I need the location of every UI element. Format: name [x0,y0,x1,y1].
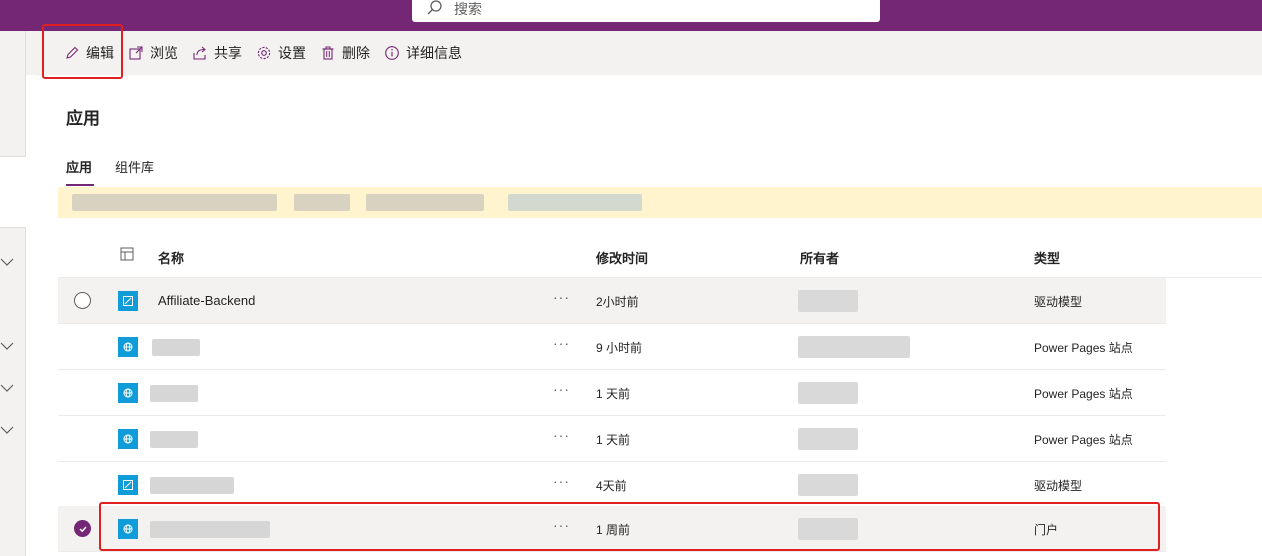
more-options-icon[interactable]: ··· [553,335,570,351]
more-options-icon[interactable]: ··· [553,517,570,533]
trash-icon [322,46,334,60]
owner-redacted [798,474,858,496]
app-name[interactable]: Affiliate-Backend [158,293,255,308]
column-header-name[interactable]: 名称 [158,248,184,267]
share-button[interactable]: 共享 [192,43,242,63]
gear-icon [257,46,271,60]
globe-icon [118,429,138,449]
chevron-down-icon[interactable] [0,339,14,353]
modified-time: 1 天前 [596,387,631,401]
redacted-text [508,194,642,211]
table-row[interactable]: Affiliate-Backend ··· 2小时前 驱动模型 [58,278,1166,324]
info-icon [385,46,399,60]
browse-label: 浏览 [150,45,178,61]
owner-redacted [798,428,858,450]
notice-banner [58,187,1262,218]
modified-time: 1 周前 [596,523,631,537]
model-app-icon [118,291,138,311]
command-bar: 编辑 浏览 共享 设置 删除 详细信息 [26,31,1262,75]
details-label: 详细信息 [406,45,462,61]
details-button[interactable]: 详细信息 [384,43,462,63]
share-icon [193,46,206,60]
column-header-type[interactable]: 类型 [1034,248,1060,267]
owner-redacted [798,290,858,312]
top-bar: 搜索 [0,0,1262,31]
redacted-text [294,194,350,211]
globe-icon [118,519,138,539]
chevron-down-icon[interactable] [0,423,14,437]
settings-button[interactable]: 设置 [256,43,306,63]
table-row[interactable]: ··· 1 周前 门户 [58,506,1166,552]
nav-selected-slot[interactable] [0,156,26,228]
modified-time: 1 天前 [596,433,631,447]
app-name-redacted[interactable] [150,431,198,448]
settings-label: 设置 [278,45,306,61]
table-row[interactable]: ··· 4天前 驱动模型 [58,462,1166,508]
table-row[interactable]: ··· 1 天前 Power Pages 站点 [58,416,1166,462]
more-options-icon[interactable]: ··· [553,473,570,489]
redacted-text [72,194,277,211]
globe-icon [118,337,138,357]
search-box[interactable]: 搜索 [412,0,880,22]
app-name-redacted[interactable] [150,477,234,494]
app-name-redacted[interactable] [152,339,200,356]
delete-label: 删除 [342,45,370,61]
delete-button[interactable]: 删除 [320,43,370,63]
search-icon [426,0,446,19]
more-options-icon[interactable]: ··· [553,289,570,305]
column-header-modified[interactable]: 修改时间 [596,248,648,267]
tab-apps[interactable]: 应用 [66,157,95,186]
modified-time: 9 小时前 [596,341,643,355]
modified-time: 4天前 [596,479,627,493]
table-row[interactable]: ··· 9 小时前 Power Pages 站点 [58,324,1166,370]
row-selected-check-icon[interactable] [74,520,91,537]
app-type: Power Pages 站点 [1034,387,1133,401]
share-label: 共享 [214,45,242,61]
open-external-icon [129,46,143,60]
app-type: Power Pages 站点 [1034,341,1133,355]
more-options-icon[interactable]: ··· [553,381,570,397]
pencil-icon [66,46,79,59]
modified-time: 2小时前 [596,295,639,309]
owner-redacted [798,382,858,404]
tab-bar: 应用 组件库 [66,157,154,186]
globe-icon [118,383,138,403]
app-name-redacted[interactable] [150,385,198,402]
column-options-icon[interactable] [120,247,134,264]
search-input[interactable]: 搜索 [454,0,482,19]
app-type: Power Pages 站点 [1034,433,1133,447]
table-header: 名称 修改时间 所有者 类型 [58,234,1262,278]
browse-button[interactable]: 浏览 [128,43,178,63]
chevron-down-icon[interactable] [0,255,14,269]
model-app-icon [118,475,138,495]
edit-button[interactable]: 编辑 [64,43,114,63]
tab-component-libraries[interactable]: 组件库 [115,157,154,186]
table-row[interactable]: ··· 1 天前 Power Pages 站点 [58,370,1166,416]
more-options-icon[interactable]: ··· [553,427,570,443]
page-title: 应用 [66,109,100,128]
row-select-radio[interactable] [74,292,91,309]
edit-label: 编辑 [86,45,114,61]
app-type: 门户 [1034,523,1059,537]
owner-redacted [798,518,858,540]
owner-redacted [798,336,910,358]
redacted-text [366,194,484,211]
chevron-down-icon[interactable] [0,381,14,395]
app-name-redacted[interactable] [150,521,270,538]
column-header-owner[interactable]: 所有者 [800,248,839,267]
left-nav-rail [0,31,26,556]
app-type: 驱动模型 [1034,479,1083,493]
app-type: 驱动模型 [1034,295,1083,309]
